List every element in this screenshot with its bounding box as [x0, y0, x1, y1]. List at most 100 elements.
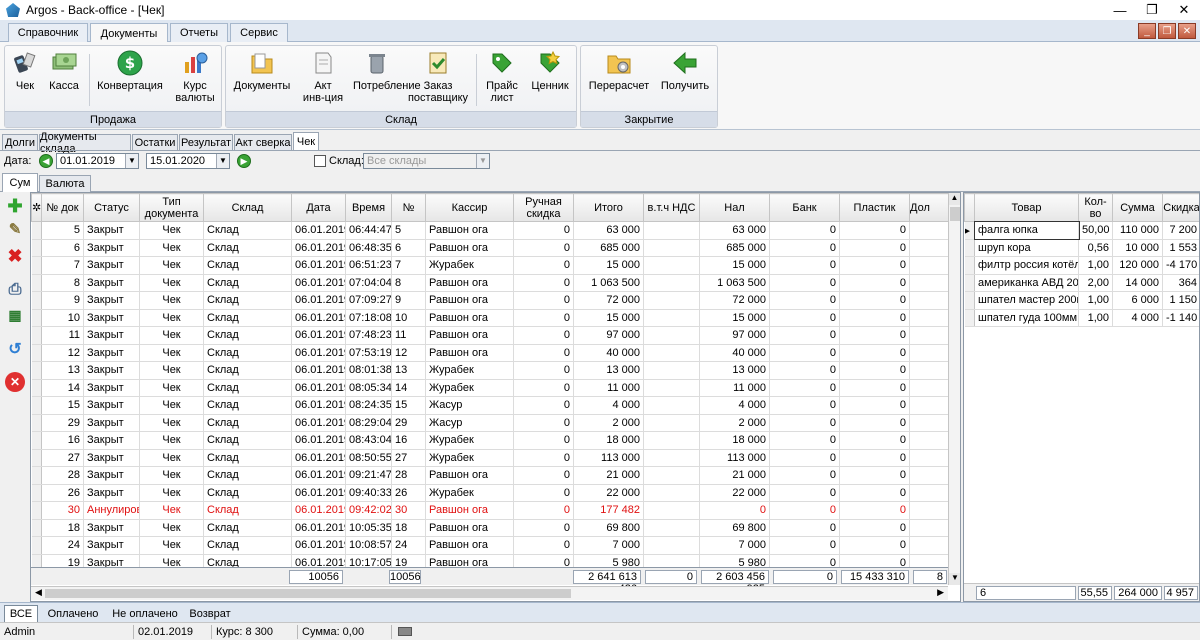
- mdi-close-icon[interactable]: ✕: [1178, 23, 1196, 39]
- row-indicator[interactable]: [964, 274, 975, 292]
- table-row[interactable]: 18 Закрыт Чек Склад 06.01.2019 10:05:35 18 Равш…: [31, 519, 952, 537]
- table-row[interactable]: 6 Закрыт Чек Склад 06.01.2019 06:48:35 6 Равшон…: [31, 239, 952, 257]
- row-indicator[interactable]: [31, 361, 42, 380]
- tab-paid[interactable]: Оплачено: [42, 605, 104, 622]
- documents-button[interactable]: Документы: [232, 50, 292, 92]
- table-row[interactable]: 13 Закрыт Чек Склад 06.01.2019 08:01:38 13 Жура…: [31, 361, 952, 380]
- col-total[interactable]: Итого: [573, 193, 644, 222]
- row-indicator[interactable]: [31, 326, 42, 345]
- scroll-left-icon[interactable]: ◀: [35, 587, 42, 598]
- table-row[interactable]: 9 Закрыт Чек Склад 06.01.2019 07:09:27 9 Равшон…: [31, 291, 952, 310]
- date-to-field[interactable]: 15.01.2020 ▼: [146, 153, 230, 169]
- print-icon[interactable]: ⎙: [5, 280, 25, 300]
- warehouse-select[interactable]: Все склады ▼: [363, 153, 490, 169]
- col-qty[interactable]: Кол-во: [1078, 193, 1113, 222]
- receive-button[interactable]: Получить: [657, 50, 713, 92]
- col-discount[interactable]: Скидка: [1162, 193, 1199, 222]
- row-indicator[interactable]: [31, 449, 42, 467]
- col-bank[interactable]: Банк: [769, 193, 840, 222]
- row-indicator[interactable]: [964, 309, 975, 327]
- row-indicator[interactable]: ▸: [964, 221, 975, 240]
- col-doc-type[interactable]: Тип документа: [139, 193, 204, 222]
- excel-export-icon[interactable]: ▦: [5, 305, 25, 325]
- tab-stock[interactable]: Остатки: [132, 134, 178, 150]
- row-indicator[interactable]: [964, 239, 975, 257]
- table-row[interactable]: 29 Закрыт Чек Склад 06.01.2019 08:29:04 29 Жасу…: [31, 414, 952, 432]
- col-cashier[interactable]: Кассир: [425, 193, 514, 222]
- mdi-minimize-icon[interactable]: _: [1138, 23, 1156, 39]
- list-item[interactable]: шруп кора 0,56 10 000 1 553: [964, 239, 1199, 257]
- row-indicator[interactable]: [31, 466, 42, 485]
- col-item[interactable]: Товар: [974, 193, 1079, 222]
- row-indicator[interactable]: [31, 484, 42, 502]
- tab-service[interactable]: Сервис: [230, 23, 288, 42]
- chevron-down-icon[interactable]: ▼: [125, 154, 138, 168]
- row-indicator[interactable]: [31, 344, 42, 362]
- row-indicator[interactable]: [31, 291, 42, 310]
- edit-icon[interactable]: ✎: [5, 220, 25, 240]
- col-cash[interactable]: Нал: [699, 193, 770, 222]
- table-row[interactable]: 15 Закрыт Чек Склад 06.01.2019 08:24:35 15 Жасу…: [31, 396, 952, 415]
- restore-icon[interactable]: ❐: [1136, 0, 1168, 20]
- table-row[interactable]: 7 Закрыт Чек Склад 06.01.2019 06:51:23 7 Журабе…: [31, 256, 952, 275]
- row-indicator[interactable]: [964, 291, 975, 310]
- col-vat[interactable]: в.т.ч НДС: [643, 193, 700, 222]
- row-indicator[interactable]: [31, 274, 42, 292]
- col-card[interactable]: Пластик: [839, 193, 910, 222]
- add-icon[interactable]: ✚: [5, 196, 25, 216]
- inventory-act-button[interactable]: Акт инв-ция: [298, 50, 348, 104]
- tab-documents[interactable]: Документы: [90, 23, 168, 43]
- cheque-button[interactable]: Чек: [11, 50, 39, 92]
- row-indicator[interactable]: [31, 431, 42, 450]
- recalculate-button[interactable]: Перерасчет: [587, 50, 651, 92]
- main-horizontal-scrollbar[interactable]: ◀ ▶: [31, 586, 948, 600]
- list-item[interactable]: ▸ фалга юпка 50,00 110 000 7 200: [964, 220, 1199, 240]
- col-debt[interactable]: Дол: [909, 193, 952, 222]
- consumption-button[interactable]: Потребление: [352, 50, 421, 92]
- cancel-icon[interactable]: ✕: [5, 372, 25, 392]
- tab-cheque[interactable]: Чек: [293, 132, 319, 150]
- col-doc-no[interactable]: № док: [41, 193, 84, 222]
- table-row[interactable]: 28 Закрыт Чек Склад 06.01.2019 09:21:47 28 Равш…: [31, 466, 952, 485]
- tab-currency[interactable]: Валюта: [39, 175, 91, 192]
- minimize-icon[interactable]: —: [1104, 0, 1136, 20]
- row-indicator[interactable]: [31, 414, 42, 432]
- date-from-field[interactable]: 01.01.2019 ▼: [56, 153, 139, 169]
- refresh-icon[interactable]: ↺: [5, 340, 25, 360]
- next-date-icon[interactable]: ▶: [237, 154, 251, 168]
- col-time[interactable]: Время: [345, 193, 392, 222]
- tab-unpaid[interactable]: Не оплачено: [108, 605, 182, 622]
- row-indicator[interactable]: [31, 536, 42, 555]
- main-vertical-scrollbar[interactable]: ▲ ▼: [948, 193, 960, 585]
- scroll-up-icon[interactable]: ▲: [949, 193, 960, 205]
- table-row[interactable]: 8 Закрыт Чек Склад 06.01.2019 07:04:04 8 Равшон…: [31, 274, 952, 292]
- tab-return[interactable]: Возврат: [186, 605, 234, 622]
- col-manual-discount[interactable]: Ручная скидка: [513, 193, 574, 222]
- list-item[interactable]: филтр россия котёл 1,00 120 000 -4 170: [964, 256, 1199, 275]
- table-row[interactable]: 14 Закрыт Чек Склад 06.01.2019 08:05:34 14 Жура…: [31, 379, 952, 397]
- table-row[interactable]: 26 Закрыт Чек Склад 06.01.2019 09:40:33 26 Жура…: [31, 484, 952, 502]
- chevron-down-icon[interactable]: ▼: [216, 154, 229, 168]
- table-row[interactable]: 24 Закрыт Чек Склад 06.01.2019 10:08:57 24 Равш…: [31, 536, 952, 555]
- price-tag-button[interactable]: Ценник: [528, 50, 572, 92]
- scroll-right-icon[interactable]: ▶: [937, 587, 944, 598]
- delete-icon[interactable]: ✖: [5, 246, 25, 266]
- col-warehouse[interactable]: Склад: [203, 193, 292, 222]
- exchange-rate-button[interactable]: Курс валюты: [173, 50, 217, 104]
- prev-date-icon[interactable]: ◀: [39, 154, 53, 168]
- scroll-thumb[interactable]: [950, 207, 960, 221]
- row-indicator[interactable]: [964, 256, 975, 275]
- row-indicator[interactable]: [31, 396, 42, 415]
- col-date[interactable]: Дата: [291, 193, 346, 222]
- tab-all[interactable]: ВСЕ: [4, 605, 38, 622]
- list-item[interactable]: американка АВД 20 нр2,0014 000364: [964, 274, 1199, 292]
- h-scroll-thumb[interactable]: [45, 589, 571, 598]
- list-item[interactable]: шпател мастер 200мм1,006 0001 150: [964, 291, 1199, 310]
- row-indicator[interactable]: [31, 519, 42, 537]
- col-amount[interactable]: Сумма: [1112, 193, 1163, 222]
- table-row[interactable]: 11 Закрыт Чек Склад 06.01.2019 07:48:23 11 Равш…: [31, 326, 952, 345]
- cash-button[interactable]: Касса: [47, 50, 81, 92]
- table-row[interactable]: 5 Закрыт Чек Склад 06.01.2019 06:44:47 5 Равшон…: [31, 221, 952, 240]
- row-indicator[interactable]: [31, 256, 42, 275]
- list-item[interactable]: шпател гуда 100мм 1,00 4 000 -1 140: [964, 309, 1199, 327]
